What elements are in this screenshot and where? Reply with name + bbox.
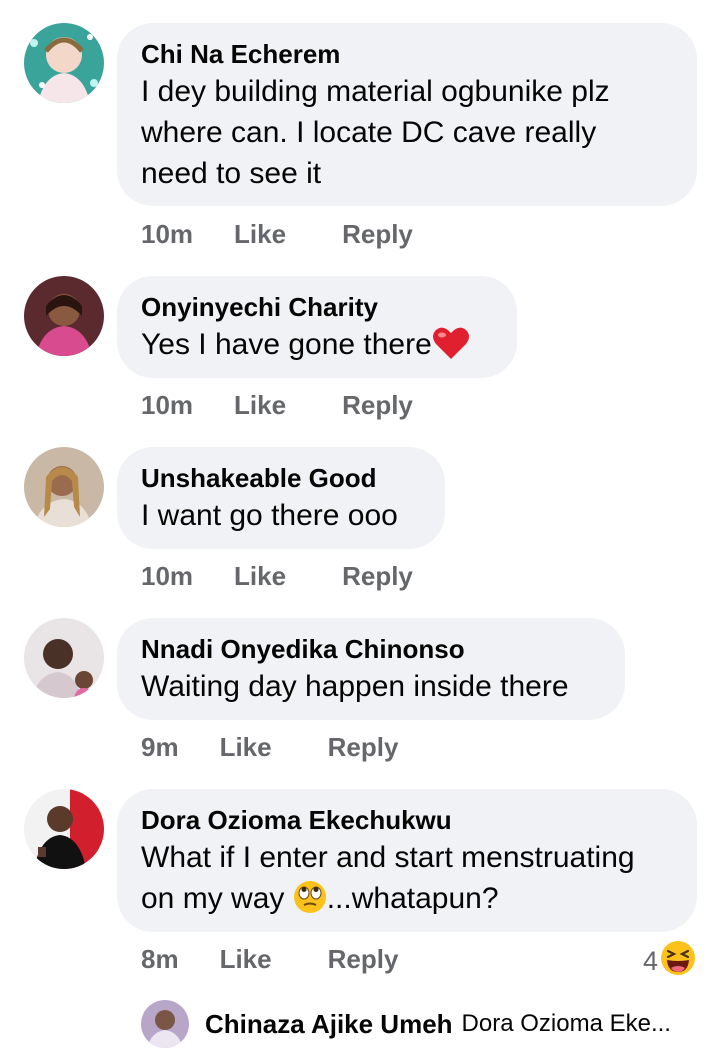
commenter-name[interactable]: Unshakeable Good <box>141 461 421 495</box>
comment-actions: 10m Like Reply <box>141 561 413 592</box>
comment-text: I want go there ooo <box>141 499 398 532</box>
comment-time: 10m <box>141 561 194 591</box>
like-button[interactable]: Like <box>220 944 272 975</box>
avatar[interactable] <box>24 789 104 869</box>
comment-bubble: Dora Ozioma Ekechukwu What if I enter an… <box>117 789 697 932</box>
comment-time: 10m <box>141 219 194 249</box>
reply-button[interactable]: Reply <box>342 390 413 421</box>
comment-bubble: Chi Na Echerem I dey building material o… <box>117 23 697 206</box>
laughing-emoji <box>660 940 696 983</box>
reply-author-name[interactable]: Chinaza Ajike Umeh <box>205 1009 453 1040</box>
reaction-summary[interactable]: 4 <box>643 940 696 983</box>
comment-actions: 10m Like Reply <box>141 390 413 421</box>
comment-bubble: Onyinyechi Charity Yes I have gone there <box>117 276 517 378</box>
comment-bubble: Unshakeable Good I want go there ooo <box>117 447 445 549</box>
comment-text: I dey building material ogbunike plz whe… <box>141 75 610 190</box>
reply-button[interactable]: Reply <box>328 732 399 763</box>
reply-button[interactable]: Reply <box>342 219 413 250</box>
commenter-name[interactable]: Onyinyechi Charity <box>141 290 493 324</box>
comment-actions: 8m Like Reply <box>141 944 398 975</box>
reply-preview[interactable]: Chinaza Ajike Umeh Dora Ozioma Eke... <box>141 1000 671 1048</box>
comment-time: 8m <box>141 944 179 974</box>
comment-text: Waiting day happen inside there <box>141 670 569 703</box>
like-button[interactable]: Like <box>234 219 286 250</box>
like-button[interactable]: Like <box>234 561 286 592</box>
avatar[interactable] <box>24 447 104 527</box>
like-button[interactable]: Like <box>234 390 286 421</box>
avatar[interactable] <box>24 276 104 356</box>
comment-text: What if I enter and start menstruating o… <box>141 837 673 925</box>
reply-text-preview: Dora Ozioma Eke... <box>461 1010 671 1037</box>
reply-button[interactable]: Reply <box>328 944 399 975</box>
comment-actions: 10m Like Reply <box>141 219 413 250</box>
commenter-name[interactable]: Nnadi Onyedika Chinonso <box>141 632 601 666</box>
like-button[interactable]: Like <box>220 732 272 763</box>
face-with-rolling-eyes-emoji <box>293 880 327 925</box>
comment-time: 9m <box>141 732 179 762</box>
avatar[interactable] <box>141 1000 189 1048</box>
commenter-name[interactable]: Chi Na Echerem <box>141 37 673 71</box>
commenter-name[interactable]: Dora Ozioma Ekechukwu <box>141 803 673 837</box>
comment-actions: 9m Like Reply <box>141 732 398 763</box>
avatar[interactable] <box>24 618 104 698</box>
reaction-count: 4 <box>642 946 658 976</box>
heart-emoji <box>432 326 470 371</box>
comment-time: 10m <box>141 390 194 420</box>
comment-bubble: Nnadi Onyedika Chinonso Waiting day happ… <box>117 618 625 720</box>
reply-button[interactable]: Reply <box>342 561 413 592</box>
avatar[interactable] <box>24 23 104 103</box>
comment-text: Yes I have gone there <box>141 324 493 371</box>
